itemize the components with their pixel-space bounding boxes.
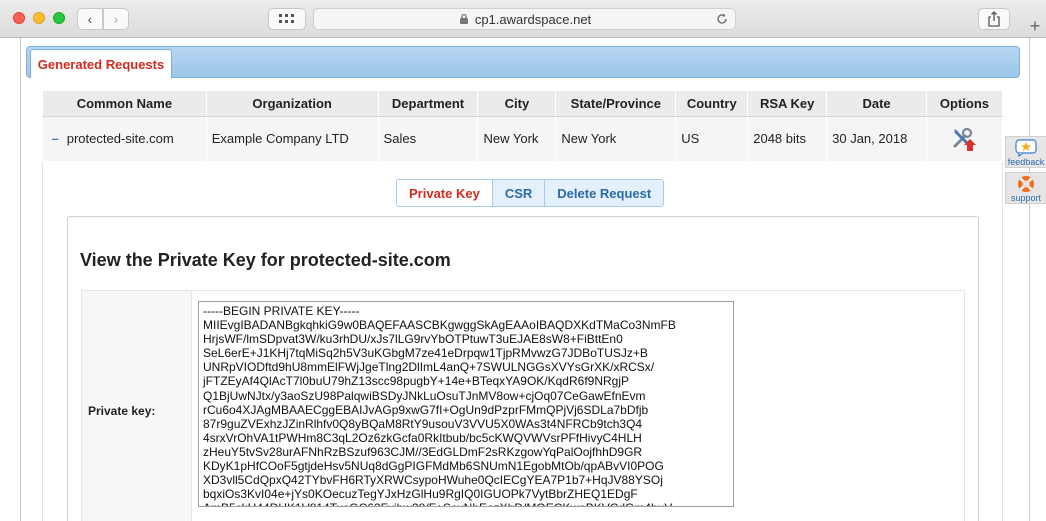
- column-header: Country: [675, 90, 749, 117]
- tab-bar: Generated Requests: [26, 46, 1020, 78]
- private-key-label: Private key:: [82, 291, 192, 521]
- page-content: Generated Requests Common Name Organizat…: [0, 38, 1046, 521]
- reload-icon[interactable]: [715, 12, 729, 26]
- private-key-button[interactable]: Private Key: [397, 180, 493, 206]
- column-header: Options: [925, 90, 1004, 117]
- organization-cell: Example Company LTD: [206, 116, 379, 161]
- support-label: support: [1010, 193, 1042, 203]
- lock-icon: [459, 13, 468, 24]
- tab-generated-requests[interactable]: Generated Requests: [30, 49, 172, 78]
- column-header: RSA Key: [747, 90, 828, 117]
- csr-button[interactable]: CSR: [492, 180, 546, 206]
- chevron-right-icon: ›: [113, 11, 119, 27]
- address-bar[interactable]: cp1.awardspace.net: [313, 8, 736, 30]
- column-header: Organization: [205, 90, 379, 117]
- share-button[interactable]: [978, 8, 1010, 30]
- feedback-icon: [1015, 139, 1037, 157]
- options-cell: [926, 116, 1004, 161]
- country-cell: US: [675, 116, 749, 161]
- lifebuoy-icon: [1018, 176, 1034, 192]
- support-widget[interactable]: support: [1005, 172, 1046, 204]
- url-text: cp1.awardspace.net: [474, 11, 592, 27]
- tools-icon[interactable]: [951, 126, 977, 152]
- column-header: City: [477, 90, 557, 117]
- browser-toolbar: ‹ › cp1.awardspace.net +: [0, 0, 1046, 38]
- table-header-row: Common Name Organization Department City…: [42, 90, 1004, 117]
- new-tab-button[interactable]: +: [1024, 16, 1046, 38]
- column-header: State/Province: [555, 90, 677, 117]
- minimize-window-button[interactable]: [33, 12, 45, 24]
- zoom-window-button[interactable]: [53, 12, 65, 24]
- column-header: Department: [377, 90, 479, 117]
- table-row[interactable]: – protected-site.com Example Company LTD …: [42, 116, 1004, 161]
- forward-button[interactable]: ›: [103, 8, 129, 30]
- department-cell: Sales: [378, 116, 479, 161]
- delete-request-button[interactable]: Delete Request: [545, 180, 664, 206]
- requests-table: Common Name Organization Department City…: [42, 90, 1004, 161]
- share-icon: [988, 11, 1000, 27]
- common-name-cell: – protected-site.com: [42, 116, 207, 161]
- column-header: Common Name: [42, 90, 207, 117]
- grid-icon: [279, 14, 294, 23]
- private-key-textarea[interactable]: [198, 301, 734, 507]
- key-actions: Private Key CSR Delete Request: [396, 179, 665, 207]
- common-name-value: protected-site.com: [66, 131, 174, 147]
- feedback-label: feedback: [1007, 157, 1045, 167]
- back-button[interactable]: ‹: [77, 8, 103, 30]
- collapse-row-icon[interactable]: –: [52, 131, 59, 146]
- private-key-field-row: Private key:: [81, 290, 965, 521]
- rsa-key-cell: 2048 bits: [747, 116, 828, 161]
- close-window-button[interactable]: [13, 12, 25, 24]
- state-cell: New York: [555, 116, 677, 161]
- column-header: Date: [826, 90, 927, 117]
- chevron-left-icon: ‹: [87, 11, 93, 27]
- plus-icon: +: [1029, 16, 1041, 36]
- city-cell: New York: [477, 116, 557, 161]
- feedback-widget[interactable]: feedback: [1005, 136, 1046, 168]
- tab-overview-button[interactable]: [268, 8, 306, 30]
- date-cell: 30 Jan, 2018: [826, 116, 927, 161]
- panel-title: View the Private Key for protected-site.…: [80, 250, 451, 270]
